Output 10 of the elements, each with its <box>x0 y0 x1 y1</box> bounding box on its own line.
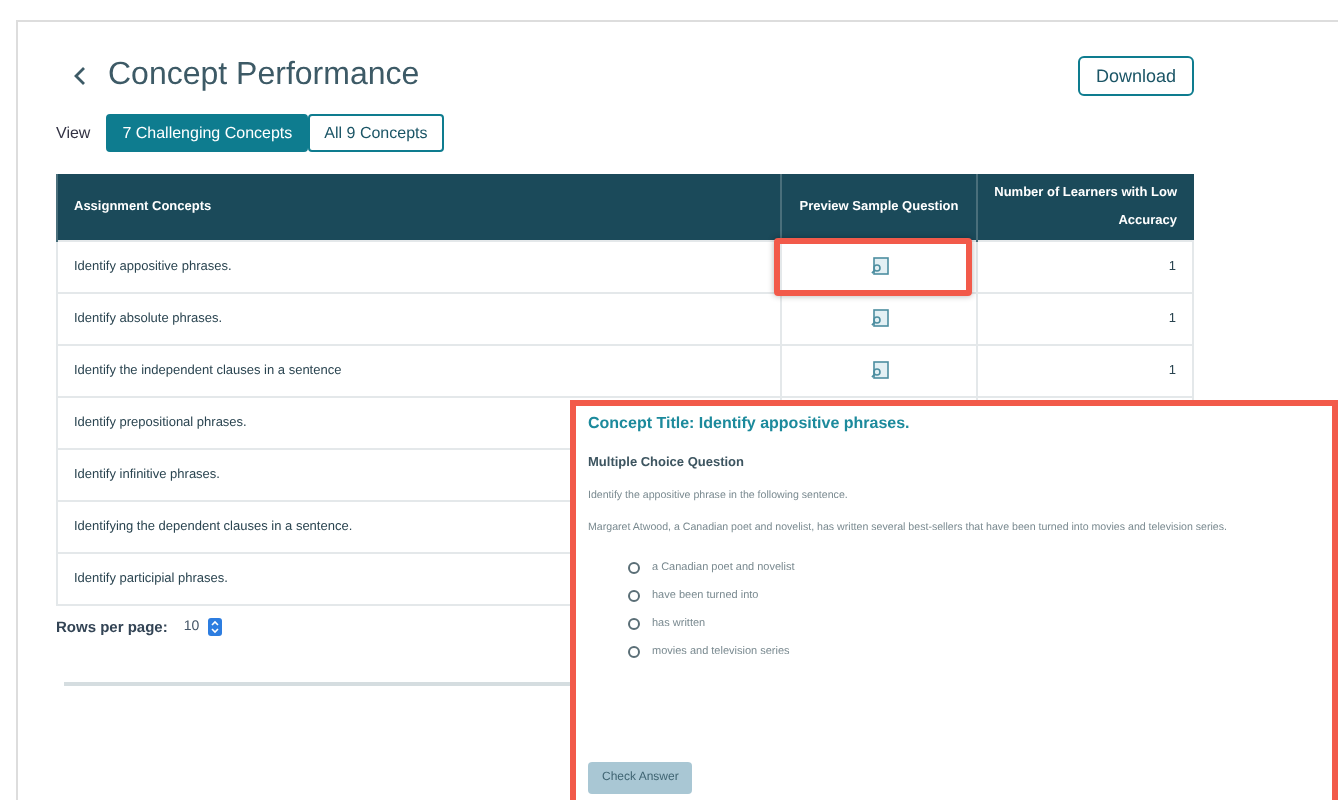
preview-icon[interactable] <box>869 307 889 327</box>
download-button[interactable]: Download <box>1077 56 1194 96</box>
view-toggle[interactable]: 7 Challenging Concepts <box>106 114 309 152</box>
page-title: Concept Performance <box>108 58 420 94</box>
preview-icon[interactable] <box>869 359 889 379</box>
back-icon[interactable] <box>72 66 88 86</box>
preview-icon[interactable] <box>869 255 889 275</box>
stepper-icon <box>207 618 222 636</box>
view-label: View <box>56 124 91 142</box>
view-toggle[interactable]: All 9 Concepts <box>308 114 444 152</box>
